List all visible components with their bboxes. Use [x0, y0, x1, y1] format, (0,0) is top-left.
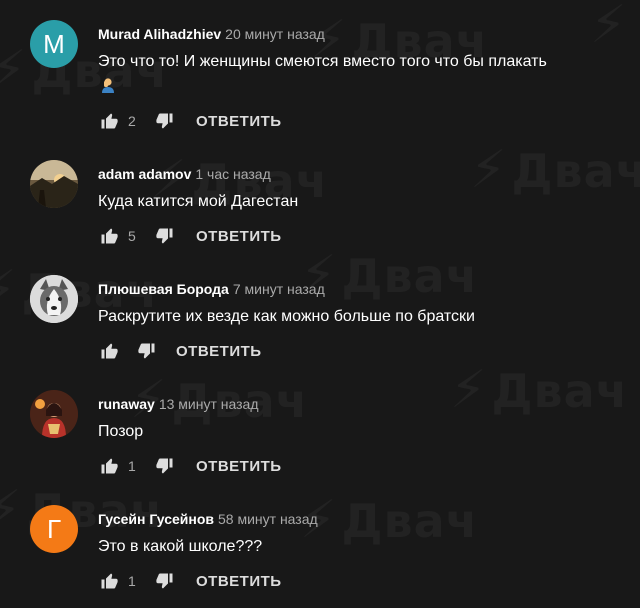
thumbs-up-icon [101, 113, 118, 129]
timestamp[interactable]: 13 минут назад [159, 396, 259, 412]
thumbs-down-icon [156, 228, 173, 244]
avatar[interactable] [30, 275, 78, 323]
comment-header: Гусейн Гусейнов 58 минут назад [98, 510, 318, 528]
reply-button[interactable]: ОТВЕТИТЬ [196, 573, 282, 590]
like-button[interactable] [98, 455, 120, 477]
comment-item: adam adamov 1 час назад Куда катится мой … [0, 160, 640, 275]
reply-button[interactable]: ОТВЕТИТЬ [176, 343, 262, 360]
comment-actions: ОТВЕТИТЬ [98, 339, 262, 363]
comment-item: Г Гусейн Гусейнов 58 минут назад Это в ка… [0, 505, 640, 608]
comment-header: adam adamov 1 час назад [98, 165, 271, 183]
author-name[interactable]: Плюшевая Борода [98, 281, 229, 297]
avatar[interactable] [30, 390, 78, 438]
comment-actions: 1 ОТВЕТИТЬ [98, 454, 282, 478]
comment-item: runaway 13 минут назад Позор 1 ОТВЕТИТЬ [0, 390, 640, 505]
comment-header: Плюшевая Борода 7 минут назад [98, 280, 325, 298]
figure-photo-avatar [30, 390, 78, 438]
timestamp[interactable]: 58 минут назад [218, 511, 318, 527]
like-count: 1 [128, 458, 136, 474]
comment-item: Плюшевая Борода 7 минут назад Раскрутите … [0, 275, 640, 390]
like-count: 5 [128, 228, 136, 244]
thumbs-down-icon [156, 113, 173, 129]
comment-text: Куда катится мой Дагестан [98, 193, 299, 210]
facepalm-emoji-icon [100, 77, 116, 101]
timestamp[interactable]: 20 минут назад [225, 26, 325, 42]
comment-text: Раскрутите их везде как можно больше по … [98, 308, 475, 325]
avatar-letter: M [43, 28, 65, 59]
husky-dog-avatar [30, 275, 78, 323]
thumbs-down-icon [138, 343, 155, 359]
comment-header: runaway 13 минут назад [98, 395, 259, 413]
like-button[interactable] [98, 570, 120, 592]
author-name[interactable]: Гусейн Гусейнов [98, 511, 214, 527]
comment-actions: 1 ОТВЕТИТЬ [98, 569, 282, 593]
timestamp[interactable]: 1 час назад [195, 166, 270, 182]
thumbs-up-icon [101, 573, 118, 589]
thumbs-up-icon [101, 228, 118, 244]
avatar[interactable] [30, 160, 78, 208]
comment-header: Murad Alihadzhiev 20 минут назад [98, 25, 325, 43]
dislike-button[interactable] [154, 110, 176, 132]
author-name[interactable]: runaway [98, 396, 155, 412]
like-count: 2 [128, 113, 136, 129]
reply-button[interactable]: ОТВЕТИТЬ [196, 458, 282, 475]
comment-text: Это что то! И женщины смеются вместо тог… [98, 50, 558, 101]
like-button[interactable] [98, 225, 120, 247]
timestamp[interactable]: 7 минут назад [233, 281, 325, 297]
thumbs-down-icon [156, 573, 173, 589]
dislike-button[interactable] [154, 455, 176, 477]
dislike-button[interactable] [136, 340, 158, 362]
dislike-button[interactable] [154, 225, 176, 247]
thumbs-up-icon [101, 458, 118, 474]
reply-button[interactable]: ОТВЕТИТЬ [196, 228, 282, 245]
dislike-button[interactable] [154, 570, 176, 592]
comment-actions: 5 ОТВЕТИТЬ [98, 224, 282, 248]
thumbs-down-icon [156, 458, 173, 474]
thumbs-up-icon [101, 343, 118, 359]
avatar-letter: Г [46, 513, 62, 544]
like-button[interactable] [98, 340, 120, 362]
like-button[interactable] [98, 110, 120, 132]
author-name[interactable]: adam adamov [98, 166, 191, 182]
sunset-photo-avatar [30, 160, 78, 208]
comment-text: Это в какой школе??? [98, 538, 263, 555]
avatar[interactable]: M [30, 20, 78, 68]
comment-item: M Murad Alihadzhiev 20 минут назад Это чт… [0, 20, 640, 135]
like-count: 1 [128, 573, 136, 589]
comment-text: Позор [98, 423, 144, 440]
reply-button[interactable]: ОТВЕТИТЬ [196, 113, 282, 130]
author-name[interactable]: Murad Alihadzhiev [98, 26, 221, 42]
avatar[interactable]: Г [30, 505, 78, 553]
comment-actions: 2 ОТВЕТИТЬ [98, 109, 282, 133]
